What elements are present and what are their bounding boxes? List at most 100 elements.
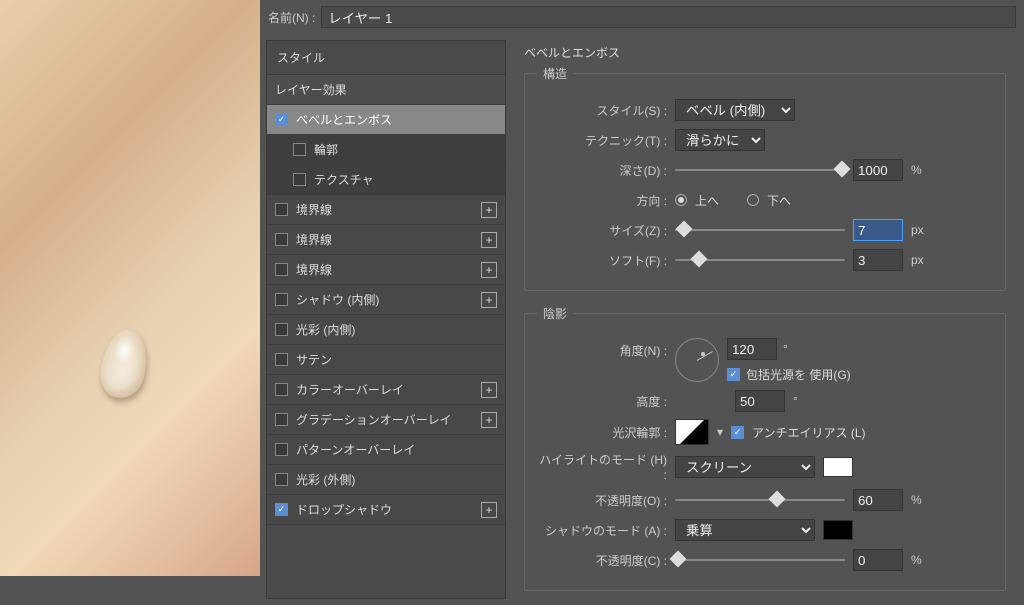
direction-down-radio[interactable] <box>747 194 759 206</box>
style-gradient-overlay[interactable]: グラデーションオーバーレイ+ <box>267 405 505 435</box>
shadow-opacity-input[interactable] <box>853 549 903 571</box>
size-input[interactable] <box>853 219 903 241</box>
columns: スタイル レイヤー効果 ベベルとエンボス 輪郭 テクスチャ 境界線+ 境界線+ … <box>260 34 1024 605</box>
style-label: 境界線 <box>296 201 332 218</box>
plus-icon[interactable]: + <box>481 202 497 218</box>
shadow-color-swatch[interactable] <box>823 520 853 540</box>
checkbox-icon[interactable] <box>275 383 288 396</box>
style-label: サテン <box>296 351 332 368</box>
style-select[interactable]: ベベル (内側) <box>675 99 795 121</box>
angle-input[interactable] <box>727 338 777 360</box>
dir-down-label: 下へ <box>767 192 791 209</box>
depth-input[interactable] <box>853 159 903 181</box>
plus-icon[interactable]: + <box>481 292 497 308</box>
highlight-opacity-slider[interactable] <box>675 491 845 509</box>
global-light-checkbox[interactable] <box>727 368 740 381</box>
style-contour[interactable]: 輪郭 <box>267 135 505 165</box>
style-blending-options[interactable]: レイヤー効果 <box>267 75 505 105</box>
style-label: 境界線 <box>296 231 332 248</box>
altitude-input[interactable] <box>735 390 785 412</box>
style-label: シャドウ (内側) <box>296 291 379 308</box>
bevel-settings: ベベルとエンボス 構造 スタイル(S) : ベベル (内側) テクニック(T) … <box>506 34 1024 605</box>
checkbox-icon[interactable] <box>275 203 288 216</box>
water-drop-preview <box>96 327 151 402</box>
style-stroke-3[interactable]: 境界線 + <box>267 255 505 285</box>
style-bevel-emboss[interactable]: ベベルとエンボス <box>267 105 505 135</box>
checkbox-icon[interactable] <box>275 323 288 336</box>
checkbox-icon[interactable] <box>275 503 288 516</box>
style-label: 輪郭 <box>314 141 338 158</box>
direction-label: 方向 : <box>537 192 667 209</box>
style-stroke-1[interactable]: 境界線 + <box>267 195 505 225</box>
checkbox-icon[interactable] <box>293 173 306 186</box>
shadow-mode-select[interactable]: 乗算 <box>675 519 815 541</box>
style-label: パターンオーバーレイ <box>296 441 415 458</box>
unit: px <box>911 223 924 237</box>
size-slider[interactable] <box>675 221 845 239</box>
chevron-down-icon[interactable]: ▾ <box>717 425 723 439</box>
checkbox-icon[interactable] <box>275 263 288 276</box>
checkbox-icon[interactable] <box>275 293 288 306</box>
style-stroke-2[interactable]: 境界線 + <box>267 225 505 255</box>
preview-image <box>0 0 260 576</box>
unit: % <box>911 493 922 507</box>
highlight-mode-label: ハイライトのモード (H) : <box>537 451 667 482</box>
layer-name-input[interactable] <box>321 6 1016 28</box>
style-label: ベベルとエンボス <box>296 111 392 128</box>
gloss-contour-row: 光沢輪郭 : ▾ アンチエイリアス (L) <box>537 419 993 445</box>
style-label: 光彩 (内側) <box>296 321 355 338</box>
depth-row: 深さ(D) : % <box>537 158 993 182</box>
style-inner-shadow[interactable]: シャドウ (内側) + <box>267 285 505 315</box>
style-outer-glow[interactable]: 光彩 (外側) <box>267 465 505 495</box>
name-row: 名前(N) : <box>260 0 1024 34</box>
shadow-opacity-slider[interactable] <box>675 551 845 569</box>
soften-slider[interactable] <box>675 251 845 269</box>
checkbox-icon[interactable] <box>275 233 288 246</box>
unit: px <box>911 253 924 267</box>
checkbox-icon[interactable] <box>275 443 288 456</box>
style-color-overlay[interactable]: カラーオーバーレイ+ <box>267 375 505 405</box>
angle-dial[interactable] <box>675 338 719 382</box>
highlight-opacity-row: 不透明度(O) : % <box>537 488 993 512</box>
direction-up-radio[interactable] <box>675 194 687 206</box>
checkbox-icon[interactable] <box>275 413 288 426</box>
depth-slider[interactable] <box>675 161 845 179</box>
style-satin[interactable]: サテン <box>267 345 505 375</box>
gloss-label: 光沢輪郭 : <box>537 424 667 441</box>
soften-label: ソフト(F) : <box>537 252 667 269</box>
depth-label: 深さ(D) : <box>537 162 667 179</box>
plus-icon[interactable]: + <box>481 232 497 248</box>
checkbox-icon[interactable] <box>275 473 288 486</box>
plus-icon[interactable]: + <box>481 502 497 518</box>
style-texture[interactable]: テクスチャ <box>267 165 505 195</box>
highlight-color-swatch[interactable] <box>823 457 853 477</box>
unit: % <box>911 163 922 177</box>
plus-icon[interactable]: + <box>481 382 497 398</box>
style-inner-glow[interactable]: 光彩 (内側) <box>267 315 505 345</box>
shadow-mode-row: シャドウのモード (A) : 乗算 <box>537 518 993 542</box>
gloss-contour-picker[interactable] <box>675 419 709 445</box>
plus-icon[interactable]: + <box>481 262 497 278</box>
highlight-mode-select[interactable]: スクリーン <box>675 456 815 478</box>
checkbox-icon[interactable] <box>293 143 306 156</box>
style-label: 光彩 (外側) <box>296 471 355 488</box>
antialias-checkbox[interactable] <box>731 426 744 439</box>
highlight-opacity-input[interactable] <box>853 489 903 511</box>
soften-input[interactable] <box>853 249 903 271</box>
technique-select[interactable]: 滑らかに <box>675 129 765 151</box>
style-pattern-overlay[interactable]: パターンオーバーレイ <box>267 435 505 465</box>
size-row: サイズ(Z) : px <box>537 218 993 242</box>
antialias-label: アンチエイリアス (L) <box>752 424 866 441</box>
style-label: 境界線 <box>296 261 332 278</box>
shadow-mode-label: シャドウのモード (A) : <box>537 522 667 539</box>
section-title: ベベルとエンボス <box>524 44 1006 61</box>
unit: % <box>911 553 922 567</box>
style-drop-shadow[interactable]: ドロップシャドウ+ <box>267 495 505 525</box>
shadow-opacity-row: 不透明度(C) : % <box>537 548 993 572</box>
opacity-label: 不透明度(O) : <box>537 492 667 509</box>
checkbox-icon[interactable] <box>275 113 288 126</box>
plus-icon[interactable]: + <box>481 412 497 428</box>
style-label: テクスチャ <box>314 171 374 188</box>
checkbox-icon[interactable] <box>275 353 288 366</box>
direction-row: 方向 : 上へ 下へ <box>537 188 993 212</box>
